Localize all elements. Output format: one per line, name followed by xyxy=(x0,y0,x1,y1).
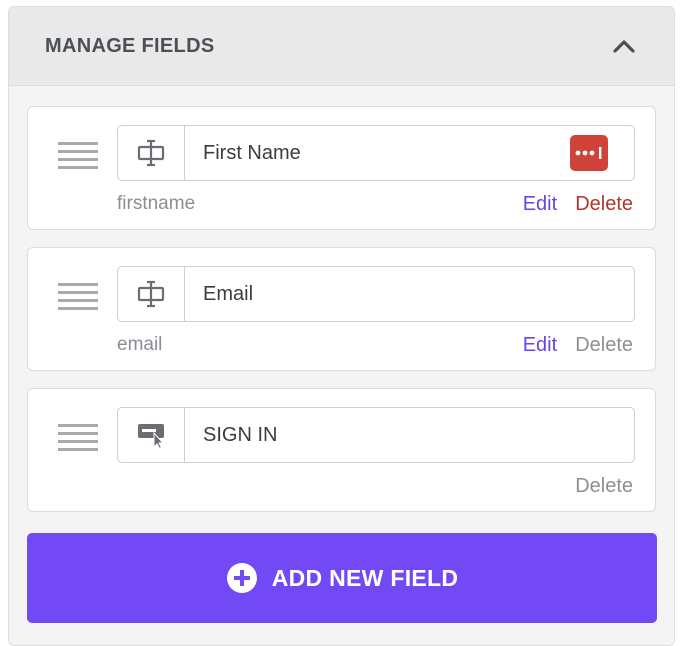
field-input-email[interactable]: Email xyxy=(117,266,635,322)
drag-handle-icon[interactable] xyxy=(56,282,100,312)
drag-handle-icon[interactable] xyxy=(56,423,100,453)
add-new-field-button[interactable]: ADD NEW FIELD xyxy=(27,533,657,623)
password-manager-icon[interactable] xyxy=(570,135,608,171)
field-card-email: Email email Edit Delete xyxy=(27,247,656,371)
panel-title: MANAGE FIELDS xyxy=(45,34,215,57)
field-input-sign-in[interactable]: SIGN IN xyxy=(117,407,635,463)
collapse-button[interactable] xyxy=(610,32,638,60)
text-field-icon xyxy=(137,280,165,308)
delete-link[interactable]: Delete xyxy=(575,334,633,357)
field-card-first-name: First Name firstname Edit Delete xyxy=(27,106,656,230)
add-new-field-label: ADD NEW FIELD xyxy=(271,564,459,591)
field-key: firstname xyxy=(117,193,196,214)
edit-link[interactable]: Edit xyxy=(523,334,557,357)
drag-handle-icon[interactable] xyxy=(56,141,100,171)
manage-fields-panel: MANAGE FIELDS First Name firstname Edit … xyxy=(8,6,675,646)
delete-link[interactable]: Delete xyxy=(575,193,633,216)
plus-circle-icon xyxy=(226,563,257,593)
field-card-sign-in: SIGN IN Delete xyxy=(27,388,656,512)
panel-header: MANAGE FIELDS xyxy=(9,7,674,86)
field-key: email xyxy=(117,334,163,355)
field-list: First Name firstname Edit Delete Email e… xyxy=(9,86,674,512)
field-label: SIGN IN xyxy=(203,423,278,446)
edit-link[interactable]: Edit xyxy=(523,193,557,216)
delete-link[interactable]: Delete xyxy=(575,475,633,498)
field-input-first-name[interactable]: First Name xyxy=(117,125,635,181)
button-cursor-icon xyxy=(138,424,165,449)
chevron-up-icon xyxy=(613,40,635,53)
text-field-icon xyxy=(137,139,165,167)
field-label: First Name xyxy=(203,141,301,164)
field-label: Email xyxy=(203,282,254,305)
